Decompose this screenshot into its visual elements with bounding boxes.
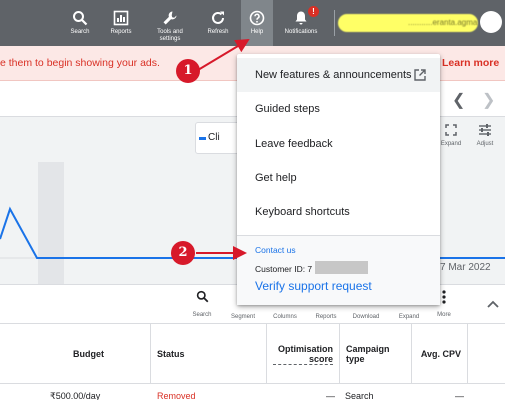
annotation-marker-2: 2 <box>171 241 195 265</box>
annotation-arrow-1 <box>197 38 250 71</box>
annotation-arrows <box>196 38 250 260</box>
annotation-marker-1: 1 <box>176 59 200 83</box>
